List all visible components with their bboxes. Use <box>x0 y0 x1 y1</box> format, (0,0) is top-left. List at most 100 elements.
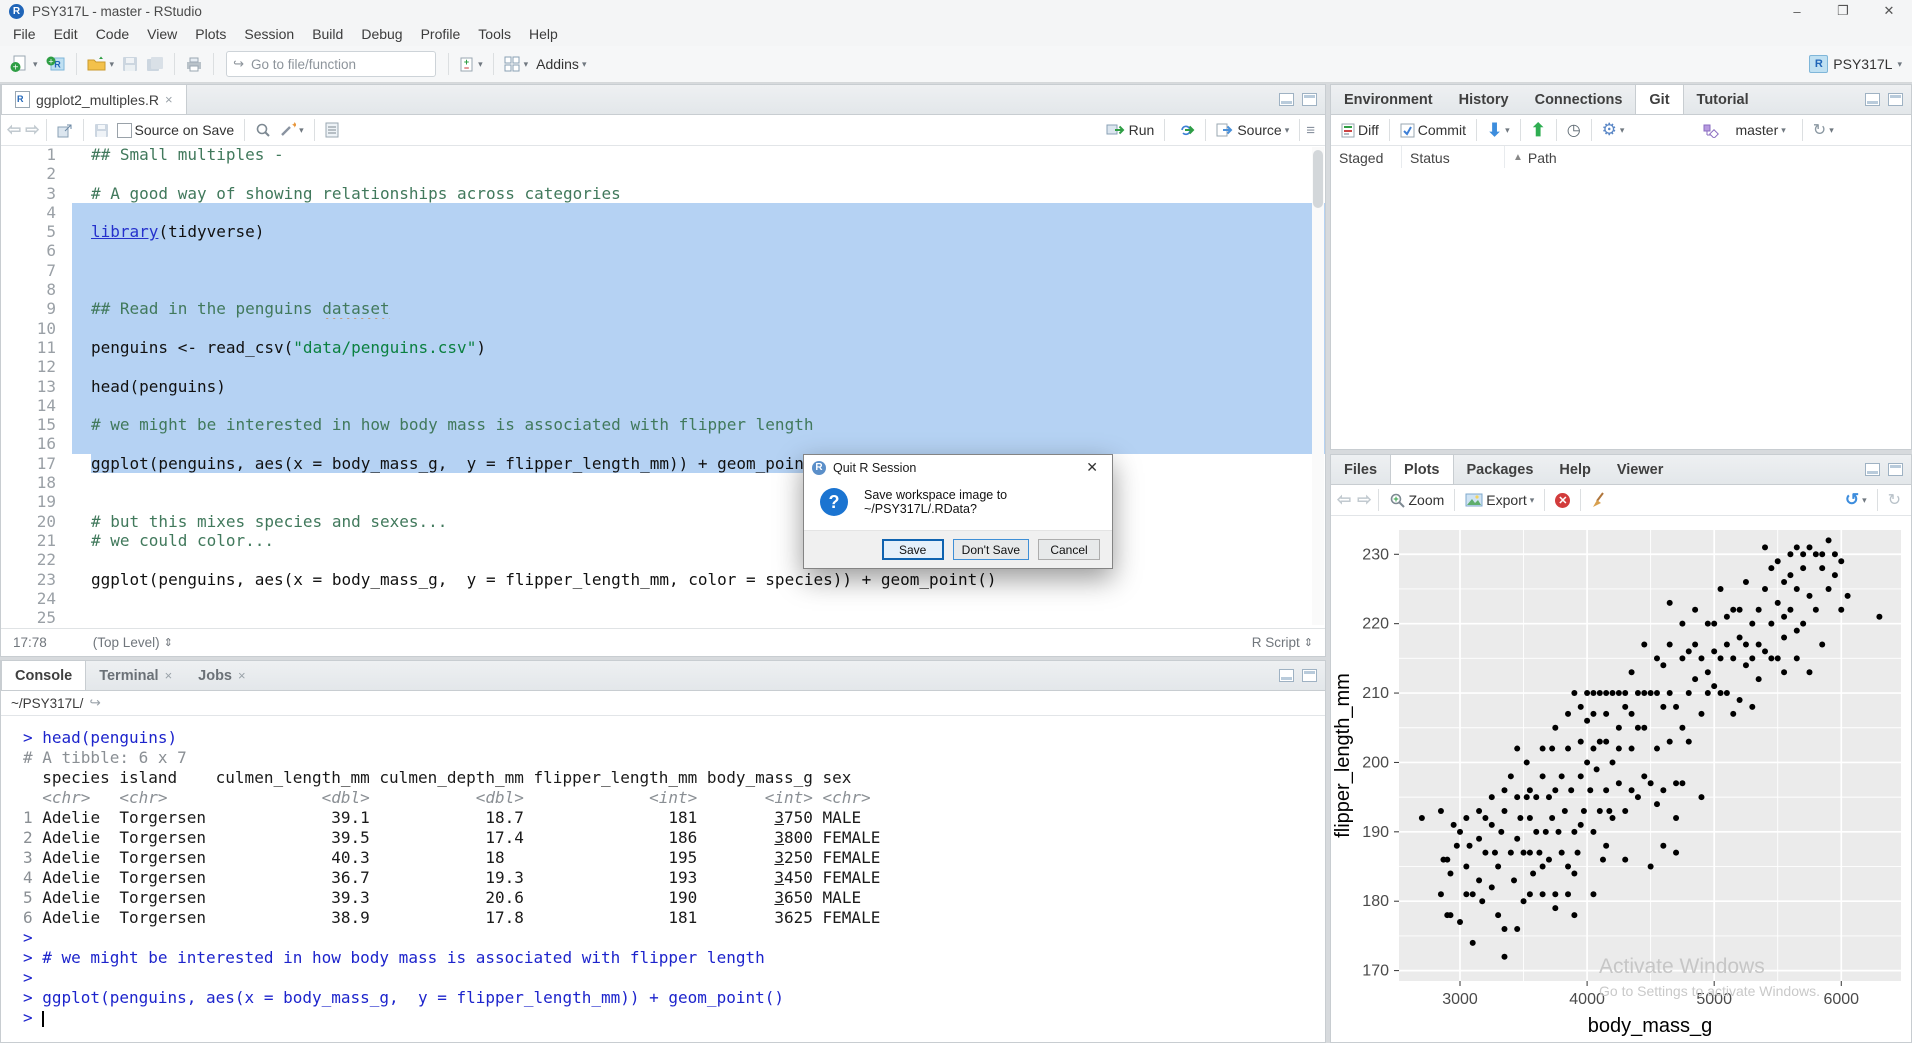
horizontal-splitter-right[interactable] <box>1330 450 1912 454</box>
workspace-panes-button[interactable]: ▾ <box>500 53 533 75</box>
git-file-list[interactable] <box>1331 168 1911 449</box>
save-button[interactable] <box>118 53 142 75</box>
menu-file[interactable]: File <box>4 23 45 45</box>
code-line[interactable]: 20# but this mixes species and sexes... <box>1 512 1325 531</box>
tab-console[interactable]: Console <box>1 661 86 690</box>
git-minimize-icon[interactable] <box>1865 93 1880 106</box>
plots-maximize-icon[interactable] <box>1888 463 1903 476</box>
dont-save-button[interactable]: Don't Save <box>953 539 1029 560</box>
menu-debug[interactable]: Debug <box>352 23 411 45</box>
menu-profile[interactable]: Profile <box>412 23 470 45</box>
menu-session[interactable]: Session <box>235 23 303 45</box>
tab-terminal[interactable]: Terminal× <box>86 661 185 690</box>
code-line[interactable]: 5library(tidyverse) <box>1 222 1325 241</box>
menu-plots[interactable]: Plots <box>186 23 235 45</box>
tab-history[interactable]: History <box>1446 85 1522 114</box>
compile-report-button[interactable] <box>321 119 343 141</box>
maximize-button[interactable]: ❐ <box>1820 0 1866 22</box>
remove-plot-button[interactable]: ✕ <box>1551 490 1574 511</box>
code-line[interactable]: 10 <box>1 319 1325 338</box>
tab-tutorial[interactable]: Tutorial <box>1684 85 1762 114</box>
code-line[interactable]: 17ggplot(penguins, aes(x = body_mass_g, … <box>1 454 1325 473</box>
branch-selector[interactable]: master▾ <box>1731 119 1789 141</box>
column-staged[interactable]: Staged <box>1331 146 1402 169</box>
show-in-new-window-button[interactable] <box>53 120 77 141</box>
code-editor[interactable]: 1## Small multiples -23# A good way of s… <box>1 145 1325 629</box>
push-button[interactable]: ⬆ <box>1527 117 1550 144</box>
tab-git[interactable]: Git <box>1635 85 1683 114</box>
scope-selector[interactable]: (Top Level) <box>93 635 160 650</box>
tab-jobs[interactable]: Jobs× <box>185 661 258 690</box>
diff-button[interactable]: Diff <box>1337 119 1383 141</box>
code-line[interactable]: 3# A good way of showing relationships a… <box>1 184 1325 203</box>
goto-directory-icon[interactable]: ↪ <box>89 695 100 711</box>
editor-tab-close-icon[interactable]: × <box>165 92 173 107</box>
version-control-button[interactable]: +− ▾ <box>455 53 487 76</box>
zoom-plot-button[interactable]: +Zoom <box>1385 489 1449 512</box>
new-file-button[interactable]: + ▾ <box>6 52 42 76</box>
tab-packages[interactable]: Packages <box>1454 455 1547 484</box>
editor-maximize-icon[interactable] <box>1302 93 1317 106</box>
git-maximize-icon[interactable] <box>1888 93 1903 106</box>
code-line[interactable]: 24 <box>1 589 1325 608</box>
jobs-close-icon[interactable]: × <box>238 668 246 683</box>
tab-plots[interactable]: Plots <box>1390 455 1453 484</box>
menu-view[interactable]: View <box>138 23 186 45</box>
commit-button[interactable]: Commit <box>1396 119 1470 141</box>
code-line[interactable]: 14 <box>1 396 1325 415</box>
code-line[interactable]: 25 <box>1 608 1325 627</box>
console-minimize-icon[interactable] <box>1279 669 1294 682</box>
code-line[interactable]: 1## Small multiples - <box>1 145 1325 164</box>
file-type-selector[interactable]: R Script <box>1252 635 1300 650</box>
new-project-button[interactable]: R+ <box>42 52 70 76</box>
goto-file-input[interactable] <box>249 56 429 73</box>
save-source-button[interactable] <box>90 120 113 141</box>
code-tools-button[interactable]: ✦▾ <box>275 119 308 141</box>
git-more-button[interactable]: ⚙▾ <box>1598 117 1629 143</box>
menu-edit[interactable]: Edit <box>45 23 87 45</box>
vertical-splitter[interactable] <box>1326 84 1330 1043</box>
code-line[interactable]: 8 <box>1 280 1325 299</box>
new-branch-button[interactable] <box>1698 120 1723 141</box>
code-line[interactable]: 23ggplot(penguins, aes(x = body_mass_g, … <box>1 570 1325 589</box>
code-line[interactable]: 2 <box>1 164 1325 183</box>
history-button[interactable]: ◷ <box>1563 117 1585 143</box>
run-button[interactable]: Run <box>1102 119 1159 141</box>
code-line[interactable]: 9## Read in the penguins dataset <box>1 299 1325 318</box>
pull-button[interactable]: ⬇▾ <box>1483 117 1514 144</box>
tab-files[interactable]: Files <box>1331 455 1390 484</box>
addins-button[interactable]: Addins ▾ <box>532 53 590 75</box>
tab-viewer[interactable]: Viewer <box>1604 455 1677 484</box>
source-on-save-checkbox[interactable]: Source on Save <box>113 119 239 141</box>
publish-plot-button[interactable]: ↺▾ <box>1841 487 1871 513</box>
code-line[interactable]: 22 <box>1 550 1325 569</box>
menu-build[interactable]: Build <box>303 23 352 45</box>
document-outline-icon[interactable]: ≡ <box>1306 122 1315 139</box>
menu-tools[interactable]: Tools <box>469 23 520 45</box>
cancel-button[interactable]: Cancel <box>1038 539 1100 560</box>
editor-minimize-icon[interactable] <box>1279 93 1294 106</box>
code-line[interactable]: 16 <box>1 434 1325 453</box>
source-button[interactable]: Source▾ <box>1212 119 1293 141</box>
tab-help[interactable]: Help <box>1546 455 1603 484</box>
code-line[interactable]: 4 <box>1 203 1325 222</box>
console-maximize-icon[interactable] <box>1302 669 1317 682</box>
code-line[interactable]: 6 <box>1 241 1325 260</box>
save-workspace-button[interactable]: Save <box>882 539 944 560</box>
rerun-button[interactable] <box>1171 120 1199 140</box>
close-button[interactable]: ✕ <box>1866 0 1912 22</box>
plots-minimize-icon[interactable] <box>1865 463 1880 476</box>
column-path[interactable]: ▲Path <box>1505 146 1911 169</box>
code-line[interactable]: 11penguins <- read_csv("data/penguins.cs… <box>1 338 1325 357</box>
column-status[interactable]: Status <box>1402 146 1505 169</box>
menu-code[interactable]: Code <box>87 23 138 45</box>
dialog-close-icon[interactable]: ✕ <box>1080 459 1104 476</box>
git-refresh-button[interactable]: ↻▾ <box>1809 117 1838 143</box>
horizontal-splitter-left[interactable] <box>0 656 1326 660</box>
editor-scrollbar-thumb[interactable] <box>1313 150 1323 208</box>
previous-plot-icon[interactable]: ⇦ <box>1337 490 1351 510</box>
nav-forward-icon[interactable]: ⇨ <box>25 120 39 140</box>
nav-back-icon[interactable]: ⇦ <box>7 120 21 140</box>
code-line[interactable]: 15# we might be interested in how body m… <box>1 415 1325 434</box>
next-plot-icon[interactable]: ⇨ <box>1357 490 1371 510</box>
